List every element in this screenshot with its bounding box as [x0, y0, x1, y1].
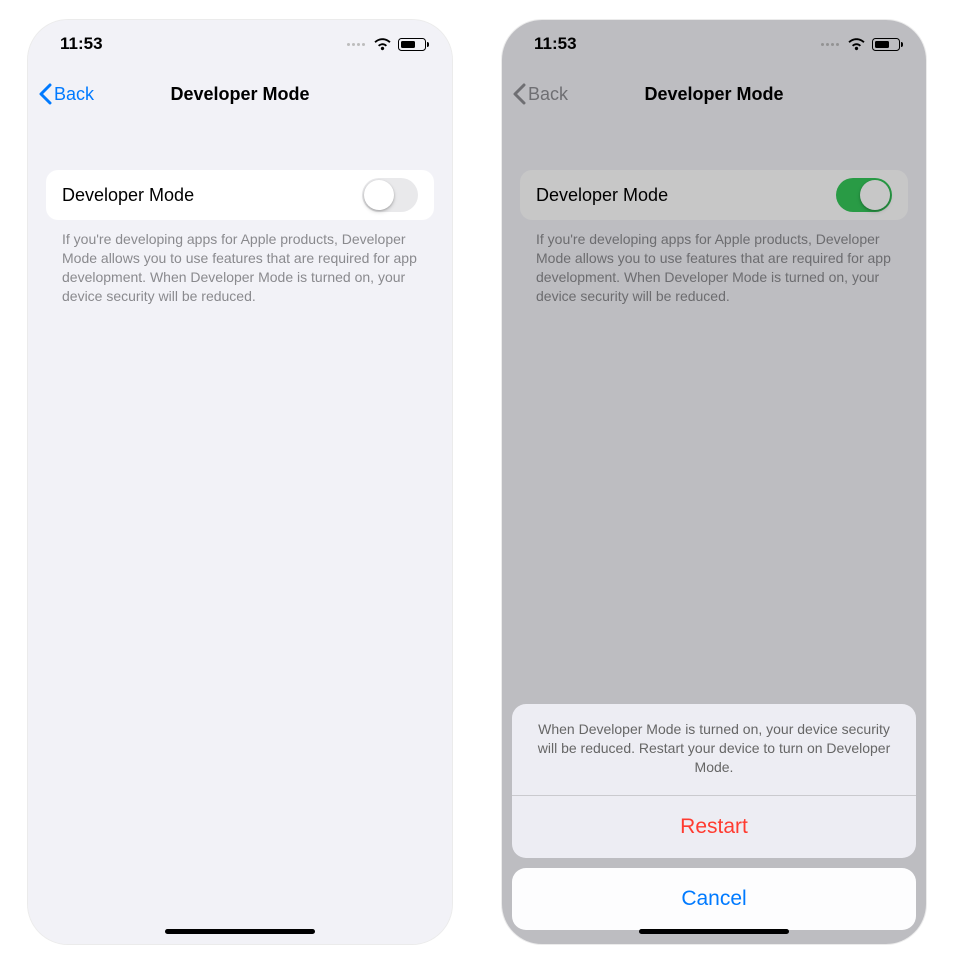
- action-sheet: When Developer Mode is turned on, your d…: [502, 20, 926, 944]
- screen: 11:53 Back Developer Mode Developer Mode: [28, 20, 452, 944]
- back-label: Back: [54, 84, 94, 105]
- restart-button[interactable]: Restart: [512, 796, 916, 858]
- battery-icon: [398, 38, 426, 51]
- developer-mode-toggle[interactable]: [362, 178, 418, 212]
- chevron-left-icon: [38, 83, 52, 105]
- settings-footer-text: If you're developing apps for Apple prod…: [28, 220, 452, 306]
- toggle-knob: [364, 180, 394, 210]
- nav-bar: Back Developer Mode: [28, 68, 452, 120]
- status-time: 11:53: [60, 34, 103, 54]
- developer-mode-row: Developer Mode: [46, 170, 434, 220]
- action-sheet-message: When Developer Mode is turned on, your d…: [512, 704, 916, 796]
- back-button[interactable]: Back: [38, 83, 94, 105]
- cellular-dots-icon: [347, 43, 365, 46]
- phone-screenshot-left: 11:53 Back Developer Mode Developer Mode: [28, 20, 452, 944]
- row-label: Developer Mode: [62, 185, 194, 206]
- home-indicator[interactable]: [639, 929, 789, 934]
- action-sheet-group: When Developer Mode is turned on, your d…: [512, 704, 916, 858]
- wifi-icon: [373, 37, 392, 51]
- home-indicator[interactable]: [165, 929, 315, 934]
- status-indicators: [347, 37, 426, 51]
- phone-screenshot-right: 11:53 Back Developer Mode Developer Mode: [502, 20, 926, 944]
- status-bar: 11:53: [28, 20, 452, 68]
- settings-group: Developer Mode: [28, 170, 452, 220]
- cancel-button[interactable]: Cancel: [512, 868, 916, 930]
